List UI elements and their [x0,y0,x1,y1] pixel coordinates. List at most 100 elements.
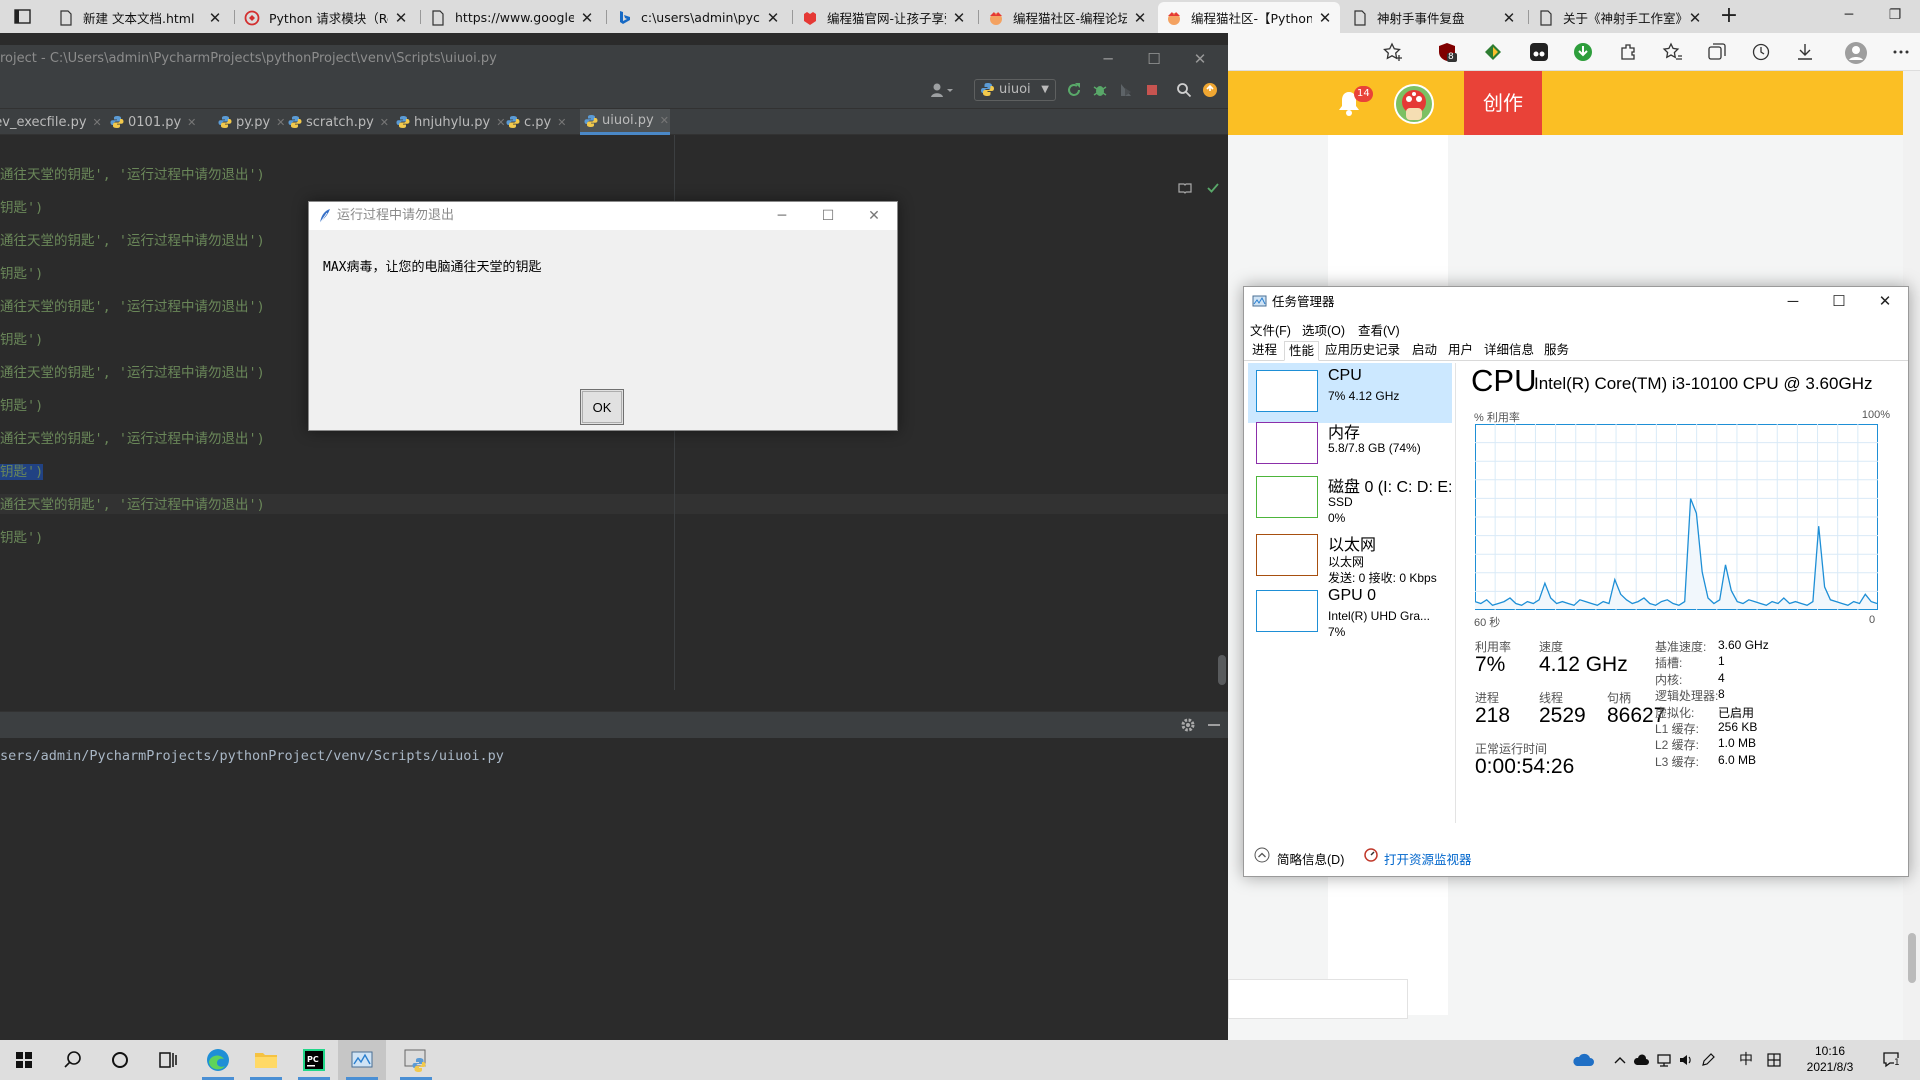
resource-item[interactable]: CPU 7% 4.12 GHz [1248,363,1452,423]
dialog-maximize-button[interactable]: ☐ [805,202,851,230]
tab-actions-icon[interactable] [10,6,36,28]
ide-maximize-button[interactable]: ☐ [1134,45,1174,73]
browser-tab-7[interactable]: 神射手事件复盘 ✕ [1344,2,1524,33]
update-icon[interactable] [1202,82,1218,98]
ide-minimize-button[interactable]: ─ [1088,45,1128,73]
diamond-extension-icon[interactable] [1482,41,1504,63]
more-options-icon[interactable] [1890,41,1912,63]
scrollbar-thumb[interactable] [1908,933,1916,983]
debug-icon[interactable] [1092,82,1108,98]
volume-icon[interactable] [1678,1052,1694,1068]
menu-options[interactable]: 选项(O) [1302,320,1345,339]
action-center-icon[interactable]: 1 [1882,1052,1902,1068]
browser-tab-4[interactable]: 编程猫官网-让孩子享受编程 ✕ [794,2,974,33]
dialog-close-button[interactable]: ✕ [851,202,897,230]
close-tab-icon[interactable]: ✕ [660,114,669,127]
coverage-icon[interactable] [1118,82,1134,98]
favorite-star-icon[interactable] [1382,41,1404,63]
gear-icon[interactable] [1180,717,1196,733]
task-manager-taskbar-icon[interactable] [338,1040,386,1080]
file-explorer-icon[interactable] [242,1040,290,1080]
ime-indicator[interactable]: 中 [1738,1052,1754,1068]
stop-icon[interactable] [1144,82,1160,98]
checkmark-icon[interactable] [1206,181,1220,195]
close-tab-icon[interactable]: ✕ [1318,9,1332,27]
resource-item[interactable]: 磁盘 0 (I: C: D: E: SSD 0% [1248,469,1452,529]
hide-panel-icon[interactable] [1206,717,1222,733]
search-icon[interactable] [48,1040,96,1080]
close-tab-icon[interactable]: ✕ [380,116,389,129]
task-view-icon[interactable] [144,1040,192,1080]
resource-item[interactable]: GPU 0 Intel(R) UHD Gra... 7% [1248,583,1452,643]
close-tab-icon[interactable]: ✕ [580,9,594,27]
resource-item[interactable]: 以太网 以太网 发送: 0 接收: 0 Kbps [1248,527,1452,587]
close-tab-icon[interactable]: ✕ [1688,9,1702,27]
browser-tab-2[interactable]: https://www.googletagmanager.com ✕ [422,2,602,33]
tm-close-button[interactable]: ✕ [1862,287,1908,317]
new-tab-button[interactable]: + [1716,3,1742,29]
close-tab-icon[interactable]: ✕ [1133,9,1147,27]
tm-maximize-button[interactable]: ☐ [1816,287,1862,317]
editor-tab-4[interactable]: hnjuhylu.py ✕ [396,109,505,135]
tab-users[interactable]: 用户 [1444,341,1477,361]
browser-minimize-button[interactable]: ─ [1826,0,1872,30]
network-icon[interactable] [1656,1052,1672,1068]
close-tab-icon[interactable]: ✕ [557,116,566,129]
close-tab-icon[interactable]: ✕ [766,9,780,27]
browser-restore-button[interactable]: ❐ [1872,0,1918,30]
python-app-icon[interactable] [392,1040,440,1080]
browser-tab-3[interactable]: c:\users\admin\pycharmprojects ✕ [608,2,788,33]
tab-details[interactable]: 详细信息 [1480,341,1538,361]
editor-scrollbar-thumb[interactable] [1218,655,1226,685]
browser-tab-1[interactable]: Python 请求模块（Requests） ✕ [236,2,416,33]
collections-icon[interactable] [1706,41,1728,63]
cortana-icon[interactable] [96,1040,144,1080]
tab-performance[interactable]: 性能 [1284,341,1320,361]
close-tab-icon[interactable]: ✕ [276,116,285,129]
browser-tab-6[interactable]: 编程猫社区-【Python】 ✕ [1158,2,1340,33]
close-tab-icon[interactable]: ✕ [187,116,196,129]
close-tab-icon[interactable]: ✕ [394,9,408,27]
extensions-puzzle-icon[interactable] [1618,41,1640,63]
show-hidden-icons-chevron-up-icon[interactable] [1612,1052,1628,1068]
editor-tab-5[interactable]: c.py ✕ [506,109,572,135]
user-dropdown-icon[interactable] [930,82,956,98]
history-icon[interactable] [1750,41,1772,63]
editor-tab-3[interactable]: scratch.py ✕ [288,109,400,135]
close-tab-icon[interactable]: ✕ [952,9,966,27]
edge-browser-icon[interactable] [194,1040,242,1080]
chevron-up-icon[interactable] [1254,847,1270,863]
tm-minimize-button[interactable]: ─ [1770,287,1816,317]
pen-icon[interactable] [1700,1052,1716,1068]
profile-avatar-icon[interactable] [1844,41,1868,65]
tab-app-history[interactable]: 应用历史记录 [1321,341,1404,361]
favorites-icon[interactable] [1662,41,1684,63]
open-resource-monitor-link[interactable]: 打开资源监视器 [1384,849,1472,868]
browser-tab-5[interactable]: 编程猫社区-编程论坛 ✕ [980,2,1155,33]
download-extension-icon[interactable] [1572,41,1594,63]
avatar[interactable] [1394,84,1434,124]
run-configuration-selector[interactable]: uiuoi ▼ [974,79,1056,101]
ok-button[interactable]: OK [580,389,624,425]
close-tab-icon[interactable]: ✕ [208,9,222,27]
search-icon[interactable] [1176,82,1192,98]
cloud-icon[interactable] [1634,1052,1650,1068]
close-tab-icon[interactable]: ✕ [93,116,102,129]
menu-file[interactable]: 文件(F) [1250,320,1291,339]
editor-tab-1[interactable]: 0101.py ✕ [110,109,216,135]
tab-processes[interactable]: 进程 [1248,341,1281,361]
pycharm-icon[interactable]: PC [290,1040,338,1080]
taskbar-clock[interactable]: 10:16 2021/8/3 [1780,1043,1880,1075]
ublock-extension-icon[interactable]: 8 [1436,41,1458,63]
fewer-details-link[interactable]: 简略信息(D) [1277,849,1344,868]
rerun-icon[interactable] [1066,82,1082,98]
menu-view[interactable]: 查看(V) [1358,320,1400,339]
editor-tab-2[interactable]: py.py ✕ [218,109,298,135]
create-button[interactable]: 创作 [1464,71,1542,135]
close-tab-icon[interactable]: ✕ [1502,9,1516,27]
browser-tab-0[interactable]: 新建 文本文档.html ✕ [50,2,230,33]
editor-tab-6[interactable]: uiuoi.py ✕ [580,109,670,135]
close-tab-icon[interactable]: ✕ [496,116,505,129]
tab-startup[interactable]: 启动 [1408,341,1441,361]
ide-close-button[interactable]: ✕ [1180,45,1220,73]
